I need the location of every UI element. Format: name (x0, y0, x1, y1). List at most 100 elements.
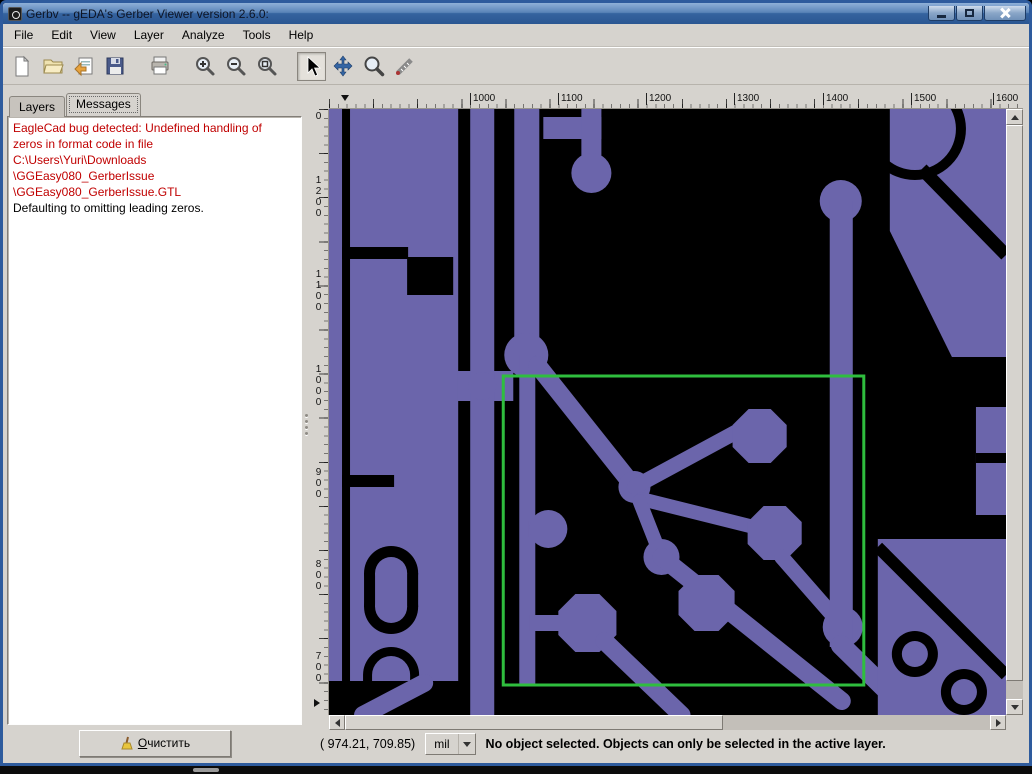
tab-messages[interactable]: Messages (66, 93, 141, 116)
ruler-label: 1400 (823, 93, 848, 105)
pan-icon (333, 55, 352, 77)
message-line: \GGEasy080_GerberIssue (13, 169, 155, 183)
horizontal-ruler: 1000 1100 1200 1300 1400 1500 1600 (329, 93, 1023, 109)
toolbar-separator (176, 66, 188, 67)
vertical-ruler: 0 1200 1100 1000 900 800 700 (312, 109, 329, 715)
maximize-icon (965, 9, 974, 17)
measure-icon (395, 58, 413, 75)
zoom-out-icon (226, 57, 245, 76)
arrow-up-icon (1010, 114, 1019, 120)
ruler-label: 1200 (646, 93, 671, 105)
ruler-label: 0 (313, 111, 324, 122)
pcb-canvas[interactable] (329, 109, 1006, 715)
toolbar (3, 47, 1029, 85)
zoom-in-icon (195, 57, 214, 76)
app-window: Gerbv -- gEDA's Gerber Viewer version 2.… (0, 0, 1032, 766)
ruler-label: 900 (313, 467, 324, 500)
minimize-button[interactable] (928, 6, 955, 21)
broom-icon (121, 736, 133, 750)
ruler-label: 800 (313, 559, 324, 592)
message-line: C:\Users\Yuri\Downloads (13, 153, 147, 167)
print-icon (151, 56, 168, 75)
zoom-out-button[interactable] (221, 52, 250, 81)
menu-edit[interactable]: Edit (42, 25, 81, 45)
ruler-label: 1100 (558, 93, 583, 105)
chevron-down-icon (462, 741, 471, 747)
statusbar: ( 974.21, 709.85) mil No object selected… (312, 730, 1023, 760)
message-line: Defaulting to omitting leading zeros. (13, 201, 204, 215)
zoom-tool-icon (364, 56, 384, 77)
side-panel-tabs: Layers Messages (7, 93, 302, 117)
units-combobox[interactable]: mil (425, 733, 476, 755)
close-button[interactable] (984, 6, 1026, 21)
zoom-fit-icon (257, 57, 276, 76)
menubar: File Edit View Layer Analyze Tools Help (3, 24, 1029, 47)
pointer-tool-button[interactable] (297, 51, 326, 81)
close-icon (1000, 8, 1010, 18)
save-button[interactable] (100, 52, 129, 81)
arrow-right-icon (995, 718, 1001, 727)
ruler-corner (312, 93, 329, 109)
menu-help[interactable]: Help (280, 25, 323, 45)
arrow-down-icon (1010, 704, 1019, 710)
clear-button-label: Очистить (137, 736, 191, 750)
cursor-coordinates: ( 974.21, 709.85) (320, 737, 416, 751)
scroll-left-button[interactable] (329, 715, 345, 730)
open-folder-icon (42, 59, 64, 74)
menu-layer[interactable]: Layer (125, 25, 173, 45)
ruler-label: 1000 (470, 93, 495, 105)
maximize-button[interactable] (956, 6, 983, 21)
zoom-tool-button[interactable] (359, 52, 388, 81)
toolbar-separator (131, 66, 143, 67)
menu-tools[interactable]: Tools (234, 25, 280, 45)
pointer-icon (307, 56, 321, 77)
combo-arrow[interactable] (457, 734, 475, 754)
pan-tool-button[interactable] (328, 52, 357, 81)
menu-file[interactable]: File (5, 25, 42, 45)
measure-tool-button[interactable] (390, 52, 419, 81)
ruler-label: 1200 (313, 175, 324, 219)
clear-button-row: Очистить (7, 725, 302, 761)
menu-analyze[interactable]: Analyze (173, 25, 234, 45)
revert-button[interactable] (69, 52, 98, 81)
minimize-icon (937, 14, 946, 18)
scroll-up-button[interactable] (1006, 109, 1023, 125)
scroll-trough[interactable] (1006, 681, 1023, 699)
save-icon (106, 57, 123, 75)
tab-layers[interactable]: Layers (9, 96, 66, 117)
taskbar-item[interactable] (193, 768, 219, 772)
ruler-label: 1000 (313, 364, 324, 408)
new-button[interactable] (7, 52, 36, 81)
message-line: zeros in format code in file (13, 137, 154, 151)
open-button[interactable] (38, 52, 67, 81)
horizontal-scrollbar[interactable] (329, 715, 1006, 730)
vertical-scrollbar[interactable] (1006, 109, 1023, 715)
messages-list: EagleCad bug detected: Undefined handlin… (7, 116, 302, 725)
clear-messages-button[interactable]: Очистить (78, 729, 231, 757)
panel-splitter[interactable] (303, 85, 310, 763)
zoom-fit-button[interactable] (252, 52, 281, 81)
zoom-in-button[interactable] (190, 52, 219, 81)
taskbar-strip (0, 766, 1032, 774)
status-message: No object selected. Objects can only be … (485, 737, 886, 751)
vertical-scroll-thumb[interactable] (1006, 125, 1023, 681)
app-icon (8, 6, 22, 21)
units-value: mil (434, 737, 450, 751)
scroll-right-button[interactable] (990, 715, 1006, 730)
revert-icon (73, 57, 92, 77)
horizontal-scroll-thumb[interactable] (345, 715, 723, 730)
ruler-marker-icon (341, 95, 349, 101)
screen: Gerbv -- gEDA's Gerber Viewer version 2.… (0, 0, 1032, 774)
view-area: 1000 1100 1200 1300 1400 1500 1600 0 120… (310, 85, 1029, 763)
ruler-label: 700 (313, 651, 324, 684)
scroll-trough[interactable] (723, 715, 990, 730)
menu-view[interactable]: View (81, 25, 125, 45)
scroll-down-button[interactable] (1006, 699, 1023, 715)
window-title: Gerbv -- gEDA's Gerber Viewer version 2.… (26, 6, 269, 21)
arrow-left-icon (334, 718, 340, 727)
main-area: Layers Messages EagleCad bug detected: U… (3, 85, 1029, 763)
print-button[interactable] (145, 52, 174, 81)
titlebar[interactable]: Gerbv -- gEDA's Gerber Viewer version 2.… (3, 3, 1029, 24)
ruler-marker-icon (314, 699, 320, 707)
pcb-artwork (329, 109, 1006, 715)
